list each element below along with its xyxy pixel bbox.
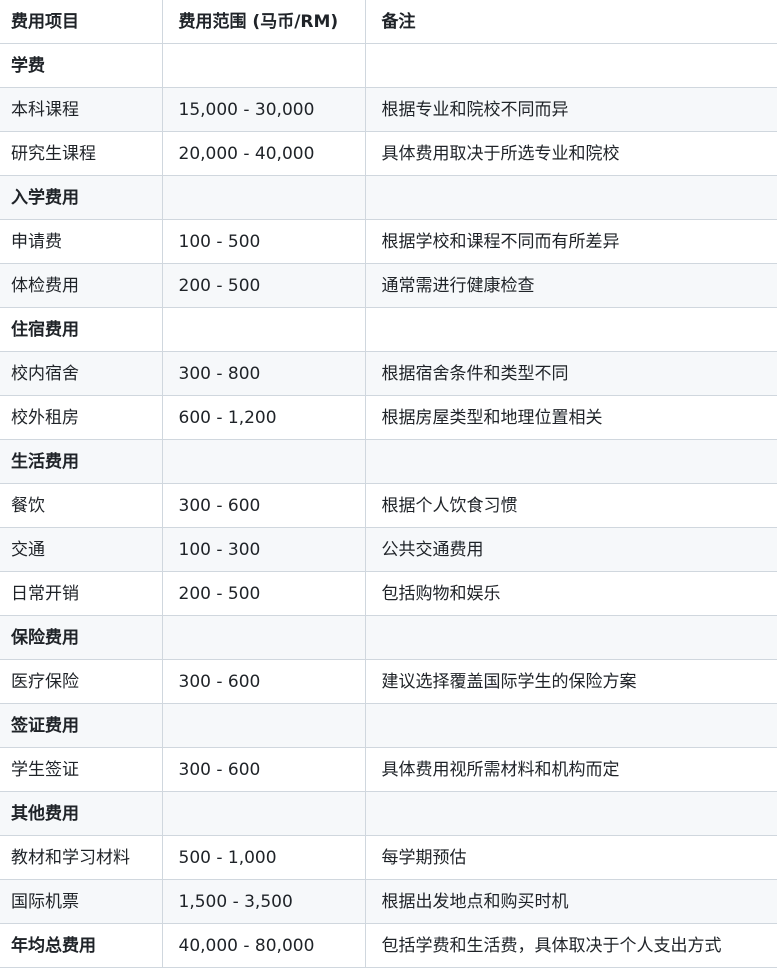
cell-range xyxy=(161,615,366,660)
column-header-item: 费用项目 xyxy=(0,0,163,44)
cell-range: 200 - 500 xyxy=(161,263,366,308)
cell-note: 根据个人饮食习惯 xyxy=(364,483,777,528)
cell-note: 公共交通费用 xyxy=(364,527,777,572)
cell-note xyxy=(364,791,777,836)
cell-item: 年均总费用 xyxy=(0,923,163,968)
cell-note xyxy=(364,307,777,352)
cell-note xyxy=(364,43,777,88)
table-row: 申请费 100 - 500 根据学校和课程不同而有所差异 xyxy=(0,219,777,264)
cell-item: 校内宿舍 xyxy=(0,351,163,396)
table-row: 体检费用 200 - 500 通常需进行健康检查 xyxy=(0,263,777,308)
cell-note: 根据学校和课程不同而有所差异 xyxy=(364,219,777,264)
cell-note: 具体费用取决于所选专业和院校 xyxy=(364,131,777,176)
cell-range: 600 - 1,200 xyxy=(161,395,366,440)
cell-item: 国际机票 xyxy=(0,879,163,924)
cell-note: 每学期预估 xyxy=(364,835,777,880)
cell-note: 根据宿舍条件和类型不同 xyxy=(364,351,777,396)
cell-range: 300 - 800 xyxy=(161,351,366,396)
cell-range: 300 - 600 xyxy=(161,747,366,792)
cell-range: 300 - 600 xyxy=(161,483,366,528)
cell-note: 通常需进行健康检查 xyxy=(364,263,777,308)
cell-note xyxy=(364,175,777,220)
table-row: 餐饮 300 - 600 根据个人饮食习惯 xyxy=(0,483,777,528)
cell-item: 学生签证 xyxy=(0,747,163,792)
cell-note: 包括学费和生活费，具体取决于个人支出方式 xyxy=(364,923,777,968)
cell-item: 其他费用 xyxy=(0,791,163,836)
column-header-note: 备注 xyxy=(364,0,777,44)
cell-item: 申请费 xyxy=(0,219,163,264)
cell-item: 签证费用 xyxy=(0,703,163,748)
cell-range: 1,500 - 3,500 xyxy=(161,879,366,924)
cell-note xyxy=(364,703,777,748)
table-row: 校外租房 600 - 1,200 根据房屋类型和地理位置相关 xyxy=(0,395,777,440)
table-row: 教材和学习材料 500 - 1,000 每学期预估 xyxy=(0,835,777,880)
table-row: 交通 100 - 300 公共交通费用 xyxy=(0,527,777,572)
cell-range: 300 - 600 xyxy=(161,659,366,704)
cell-range xyxy=(161,703,366,748)
cell-note: 建议选择覆盖国际学生的保险方案 xyxy=(364,659,777,704)
cell-note: 根据专业和院校不同而异 xyxy=(364,87,777,132)
cell-item: 体检费用 xyxy=(0,263,163,308)
cell-item: 日常开销 xyxy=(0,571,163,616)
column-header-range: 费用范围 (马币/RM) xyxy=(161,0,366,44)
cell-range xyxy=(161,439,366,484)
cell-note: 包括购物和娱乐 xyxy=(364,571,777,616)
table-row: 校内宿舍 300 - 800 根据宿舍条件和类型不同 xyxy=(0,351,777,396)
cell-item: 校外租房 xyxy=(0,395,163,440)
table-row: 学生签证 300 - 600 具体费用视所需材料和机构而定 xyxy=(0,747,777,792)
cell-range: 100 - 300 xyxy=(161,527,366,572)
cell-note: 具体费用视所需材料和机构而定 xyxy=(364,747,777,792)
table-row: 研究生课程 20,000 - 40,000 具体费用取决于所选专业和院校 xyxy=(0,131,777,176)
cell-item: 保险费用 xyxy=(0,615,163,660)
cell-item: 医疗保险 xyxy=(0,659,163,704)
table-header-row: 费用项目 费用范围 (马币/RM) 备注 xyxy=(0,0,777,44)
cell-item: 生活费用 xyxy=(0,439,163,484)
table-row: 住宿费用 xyxy=(0,307,777,352)
table-body: 学费 本科课程 15,000 - 30,000 根据专业和院校不同而异 研究生课程 20,… xyxy=(0,43,777,968)
cell-range: 40,000 - 80,000 xyxy=(161,923,366,968)
table-row: 生活费用 xyxy=(0,439,777,484)
cell-item: 本科课程 xyxy=(0,87,163,132)
cell-range xyxy=(161,791,366,836)
fee-table: 费用项目 费用范围 (马币/RM) 备注 学费 本科课程 15,000 - 30,0… xyxy=(0,0,777,968)
table-row: 签证费用 xyxy=(0,703,777,748)
cell-item: 学费 xyxy=(0,43,163,88)
cell-range: 20,000 - 40,000 xyxy=(161,131,366,176)
cell-range xyxy=(161,43,366,88)
table-row: 日常开销 200 - 500 包括购物和娱乐 xyxy=(0,571,777,616)
cell-note: 根据出发地点和购买时机 xyxy=(364,879,777,924)
table-row: 入学费用 xyxy=(0,175,777,220)
cell-note xyxy=(364,615,777,660)
cell-item: 住宿费用 xyxy=(0,307,163,352)
table-row: 医疗保险 300 - 600 建议选择覆盖国际学生的保险方案 xyxy=(0,659,777,704)
cell-item: 教材和学习材料 xyxy=(0,835,163,880)
cell-range xyxy=(161,307,366,352)
cell-item: 交通 xyxy=(0,527,163,572)
table-row: 本科课程 15,000 - 30,000 根据专业和院校不同而异 xyxy=(0,87,777,132)
cell-range: 500 - 1,000 xyxy=(161,835,366,880)
cell-item: 研究生课程 xyxy=(0,131,163,176)
table-row: 学费 xyxy=(0,43,777,88)
table-row: 其他费用 xyxy=(0,791,777,836)
table-row: 保险费用 xyxy=(0,615,777,660)
cell-item: 入学费用 xyxy=(0,175,163,220)
table-row: 国际机票 1,500 - 3,500 根据出发地点和购买时机 xyxy=(0,879,777,924)
cell-range: 15,000 - 30,000 xyxy=(161,87,366,132)
cell-item: 餐饮 xyxy=(0,483,163,528)
table-row: 年均总费用 40,000 - 80,000 包括学费和生活费，具体取决于个人支出方式 xyxy=(0,923,777,968)
cell-range: 200 - 500 xyxy=(161,571,366,616)
cell-note xyxy=(364,439,777,484)
cell-note: 根据房屋类型和地理位置相关 xyxy=(364,395,777,440)
cell-range xyxy=(161,175,366,220)
cell-range: 100 - 500 xyxy=(161,219,366,264)
